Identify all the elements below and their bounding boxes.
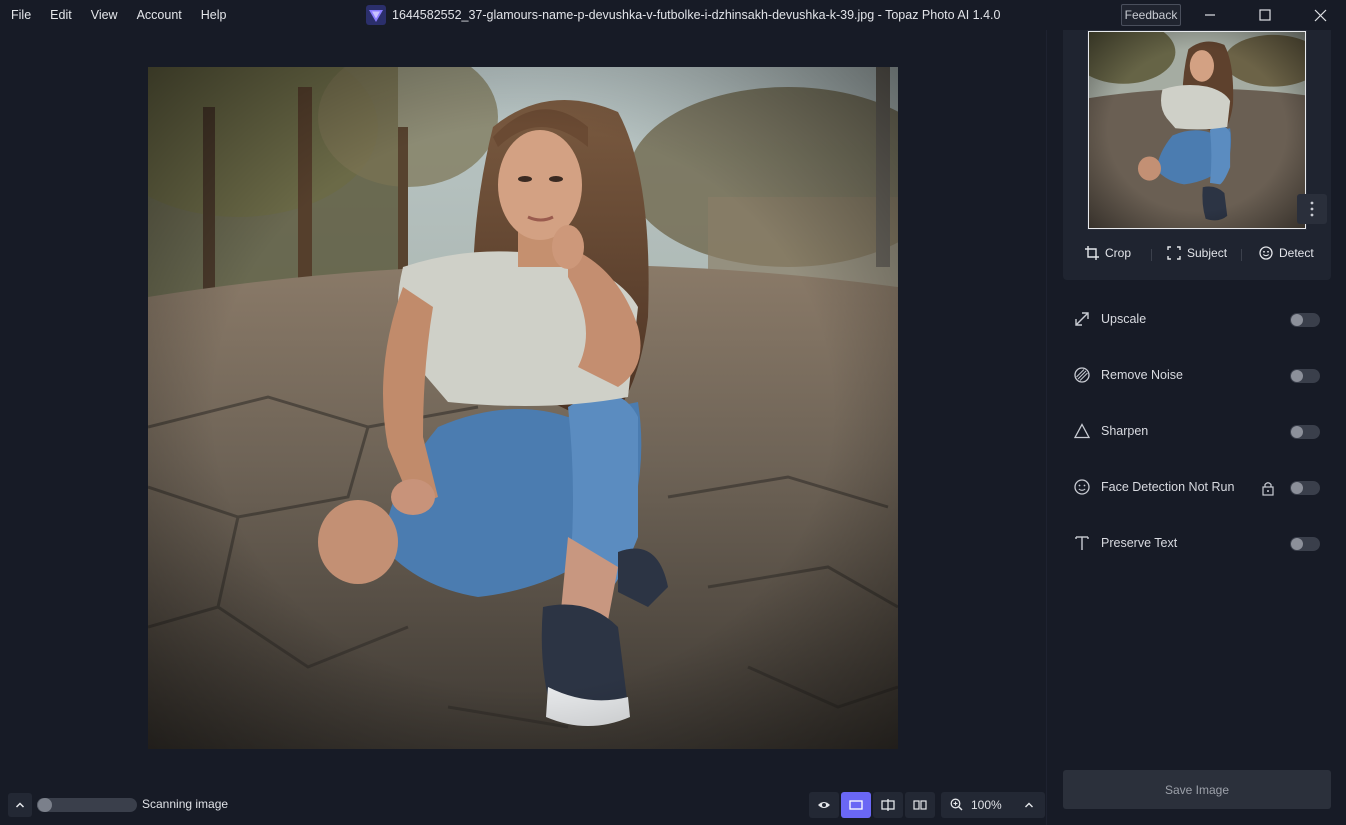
status-text: Scanning image bbox=[142, 797, 229, 811]
model-row-upscale[interactable]: Upscale bbox=[1063, 300, 1331, 340]
maximize-icon bbox=[1259, 9, 1271, 21]
model-label-upscale: Upscale bbox=[1101, 312, 1147, 326]
detect-label: Detect bbox=[1279, 246, 1314, 260]
save-image-button[interactable]: Save Image bbox=[1063, 770, 1331, 809]
menu-edit[interactable]: Edit bbox=[39, 0, 80, 30]
menu-view[interactable]: View bbox=[80, 0, 126, 30]
topaz-logo-icon bbox=[366, 5, 386, 25]
remove-noise-icon bbox=[1074, 367, 1090, 383]
side-by-side-button[interactable] bbox=[905, 792, 935, 818]
zoom-control[interactable]: 100% bbox=[941, 792, 1045, 818]
main-photo[interactable] bbox=[148, 67, 898, 749]
text-icon bbox=[1075, 536, 1089, 550]
menu-bar: File Edit View Account Help bbox=[0, 0, 234, 30]
chevron-up-icon[interactable] bbox=[1024, 800, 1034, 810]
minimize-icon bbox=[1205, 14, 1215, 16]
toggle-knob bbox=[1291, 538, 1303, 550]
menu-file[interactable]: File bbox=[0, 0, 39, 30]
expand-panel-button[interactable] bbox=[8, 793, 32, 817]
window-title-area: 1644582552_37-glamours-name-p-devushka-v… bbox=[366, 0, 1000, 30]
close-icon bbox=[1314, 9, 1326, 21]
subject-label: Subject bbox=[1187, 246, 1228, 260]
model-row-face-detection[interactable]: Face Detection Not Run bbox=[1063, 468, 1331, 508]
bottom-bar: Scanning image 100% bbox=[0, 785, 1046, 825]
model-row-sharpen[interactable]: Sharpen bbox=[1063, 412, 1331, 452]
tools-row: Crop Subject Detect bbox=[1063, 240, 1331, 270]
menu-account[interactable]: Account bbox=[126, 0, 190, 30]
subject-button[interactable]: Subject bbox=[1167, 246, 1227, 260]
side-by-side-icon bbox=[913, 800, 927, 810]
model-label-face-detection: Face Detection Not Run bbox=[1101, 480, 1235, 494]
single-view-icon bbox=[849, 800, 863, 810]
face-icon bbox=[1074, 479, 1090, 495]
upscale-icon bbox=[1075, 312, 1089, 326]
crop-button[interactable]: Crop bbox=[1085, 246, 1131, 260]
scan-progress-bar bbox=[37, 798, 137, 812]
sharpen-toggle[interactable] bbox=[1290, 425, 1320, 439]
detect-button[interactable]: Detect bbox=[1259, 246, 1314, 260]
split-view-icon bbox=[881, 799, 895, 811]
toggle-knob bbox=[1291, 426, 1303, 438]
right-panel: Crop Subject Detect Upscale Remove Noise… bbox=[1046, 30, 1346, 825]
preview-toggle-button[interactable] bbox=[809, 792, 839, 818]
toggle-knob bbox=[1291, 482, 1303, 494]
close-button[interactable] bbox=[1297, 0, 1343, 30]
window-title: 1644582552_37-glamours-name-p-devushka-v… bbox=[392, 8, 1001, 22]
model-row-preserve-text[interactable]: Preserve Text bbox=[1063, 524, 1331, 564]
tool-divider bbox=[1151, 249, 1152, 261]
feedback-button[interactable]: Feedback bbox=[1121, 4, 1181, 26]
model-label-sharpen: Sharpen bbox=[1101, 424, 1149, 438]
tool-divider bbox=[1241, 249, 1242, 261]
progress-indicator bbox=[38, 798, 52, 812]
vertical-dots-icon bbox=[1310, 201, 1314, 217]
thumbnail-image bbox=[1089, 32, 1305, 228]
crop-icon bbox=[1085, 246, 1099, 260]
toggle-knob bbox=[1291, 370, 1303, 382]
model-row-remove-noise[interactable]: Remove Noise bbox=[1063, 356, 1331, 396]
chevron-up-icon bbox=[15, 802, 25, 808]
crop-label: Crop bbox=[1105, 246, 1132, 260]
title-bar: File Edit View Account Help 1644582552_3… bbox=[0, 0, 1346, 30]
navigator: Crop Subject Detect bbox=[1063, 30, 1331, 280]
split-view-button[interactable] bbox=[873, 792, 903, 818]
model-label-remove-noise: Remove Noise bbox=[1101, 368, 1183, 382]
minimize-button[interactable] bbox=[1187, 0, 1233, 30]
preview-eye-icon bbox=[818, 802, 830, 808]
navigator-frame bbox=[1087, 30, 1307, 230]
single-view-button[interactable] bbox=[841, 792, 871, 818]
face-detect-icon bbox=[1259, 246, 1273, 260]
model-label-preserve-text: Preserve Text bbox=[1101, 536, 1178, 550]
toggle-knob bbox=[1291, 314, 1303, 326]
subject-select-icon bbox=[1167, 246, 1181, 260]
remove-noise-toggle[interactable] bbox=[1290, 369, 1320, 383]
maximize-button[interactable] bbox=[1242, 0, 1288, 30]
navigator-thumbnail[interactable] bbox=[1088, 31, 1306, 229]
zoom-icon bbox=[950, 798, 963, 811]
upscale-toggle[interactable] bbox=[1290, 313, 1320, 327]
zoom-level: 100% bbox=[971, 798, 1002, 812]
preserve-text-toggle[interactable] bbox=[1290, 537, 1320, 551]
face-detection-toggle[interactable] bbox=[1290, 481, 1320, 495]
menu-help[interactable]: Help bbox=[190, 0, 235, 30]
sharpen-icon bbox=[1073, 423, 1091, 439]
navigator-options-button[interactable] bbox=[1297, 194, 1327, 224]
lock-icon bbox=[1262, 482, 1274, 496]
